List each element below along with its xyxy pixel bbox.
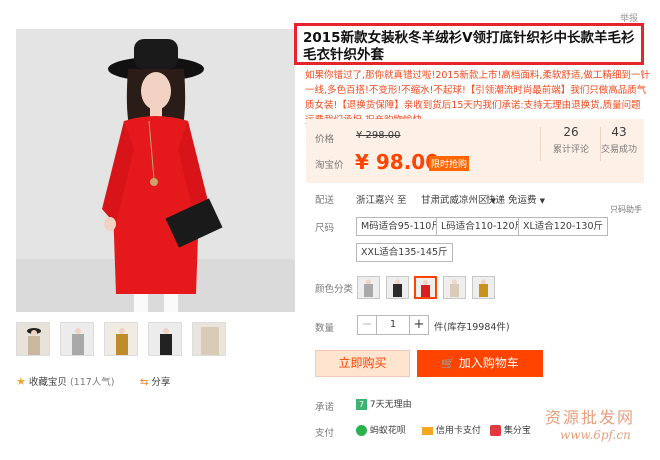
add-to-cart-label: 加入购物车 — [458, 356, 519, 370]
shipping-destination-select[interactable]: 甘肃武威凉州区 ▼ — [421, 192, 496, 206]
size-option-l[interactable]: L码适合110-120斤 — [436, 217, 529, 236]
color-swatch-red[interactable] — [414, 276, 437, 299]
model-photo — [16, 29, 295, 312]
buy-now-button[interactable]: 立即购买 — [315, 350, 410, 377]
watermark-url: www.6pf.cn — [560, 428, 631, 442]
size-option-xl[interactable]: XL适合120-130斤 — [518, 217, 608, 236]
color-swatch-mustard[interactable] — [472, 276, 495, 299]
huabei-icon — [356, 425, 367, 436]
seven-day-icon: 7 — [356, 399, 367, 410]
payment-method-jifenbao: 集分宝 — [490, 423, 531, 436]
decrease-quantity-button[interactable]: − — [357, 315, 377, 335]
payment-label: 支付 — [315, 428, 335, 439]
credit-card-icon — [422, 426, 433, 435]
promise-label: 承诺 — [315, 402, 335, 413]
jifenbao-icon — [490, 425, 501, 436]
cart-icon: 🛒 — [441, 357, 455, 370]
shipping-from: 浙江嘉兴 至 — [356, 195, 407, 206]
sales-count: 43 — [611, 125, 627, 139]
shipping-to: 甘肃武威凉州区 — [421, 195, 488, 206]
shipping-method: 快递 免运费 — [486, 195, 537, 206]
size-helper-link[interactable]: 只码助手 — [610, 204, 642, 215]
share-label: 分享 — [151, 377, 171, 388]
share-button[interactable]: ⇆ 分享 — [140, 374, 170, 388]
color-swatch-black[interactable] — [386, 276, 409, 299]
price-label: 价格 — [315, 134, 335, 145]
thumbnail-3[interactable] — [104, 322, 138, 356]
stock-info: 件(库存19984件) — [434, 322, 510, 333]
payment-credit-label: 信用卡支付 — [435, 426, 481, 436]
product-title: 2015新款女装秋冬羊绒衫V领打底针织衫中长款羊毛衫毛衣针织外套 — [303, 30, 635, 63]
chevron-down-icon: ▼ — [539, 197, 545, 205]
thumbnail-1[interactable] — [16, 322, 50, 356]
shipping-label: 配送 — [315, 195, 335, 206]
star-icon: ★ — [16, 375, 26, 388]
color-label: 颜色分类 — [315, 284, 354, 295]
increase-quantity-button[interactable]: + — [409, 315, 429, 335]
watermark-logo: 资源批发网 — [545, 408, 636, 427]
original-price: ¥ 298.00 — [356, 130, 401, 141]
add-to-cart-button[interactable]: 🛒 加入购物车 — [417, 350, 543, 377]
favorite-count: (117人气) — [69, 377, 115, 388]
size-option-xxl[interactable]: XXL适合135-145斤 — [356, 243, 453, 262]
size-option-m[interactable]: M码适合95-110斤 — [356, 217, 446, 236]
payment-huabei-label: 蚂蚁花呗 — [369, 426, 406, 436]
main-product-image[interactable] — [16, 29, 295, 312]
thumbnail-4[interactable] — [148, 322, 182, 356]
payment-method-credit-card: 信用卡支付 — [422, 423, 481, 436]
color-swatch-beige[interactable] — [443, 276, 466, 299]
thumbnail-2[interactable] — [60, 322, 94, 356]
payment-jifenbao-label: 集分宝 — [503, 426, 531, 436]
quantity-label: 数量 — [315, 323, 335, 334]
payment-method-huabei: 蚂蚁花呗 — [356, 423, 406, 436]
color-swatch-grey[interactable] — [357, 276, 380, 299]
promo-tag: 限时抢购 — [429, 156, 470, 171]
size-label: 尺码 — [315, 223, 335, 234]
favorite-button[interactable]: ★ 收藏宝贝 (117人气) — [16, 374, 115, 388]
taobao-price-label: 淘宝价 — [315, 160, 344, 171]
promise-item: 7 7天无理由 — [356, 397, 412, 410]
quantity-input[interactable]: 1 — [376, 315, 410, 335]
promise-text: 7天无理由 — [369, 400, 412, 410]
shipping-method-select[interactable]: 快递 免运费 ▼ — [486, 192, 545, 206]
sale-price: ¥ 98.00 — [355, 150, 440, 174]
share-icon: ⇆ — [140, 377, 149, 388]
thumbnail-5[interactable] — [192, 322, 226, 356]
favorite-label: 收藏宝贝 — [28, 377, 67, 388]
sales-label: 交易成功 — [600, 145, 637, 155]
